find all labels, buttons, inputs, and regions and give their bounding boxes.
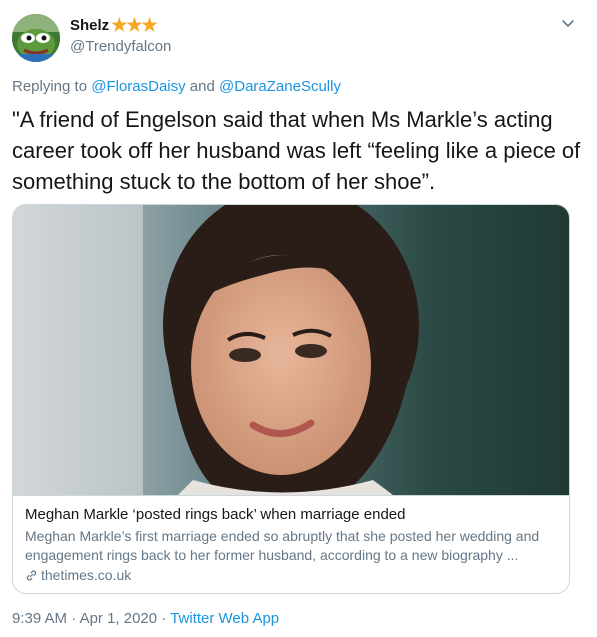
chevron-down-icon[interactable] — [561, 16, 575, 30]
user-handle[interactable]: @Trendyfalcon — [70, 38, 171, 55]
card-title: Meghan Markle ‘posted rings back’ when m… — [25, 506, 406, 523]
tweet-text: "A friend of Engelson said that when Ms … — [12, 107, 581, 194]
card-description: Meghan Markle’s first marriage ended so … — [25, 528, 540, 563]
avatar[interactable] — [12, 14, 60, 62]
tweet-time[interactable]: 9:39 AM — [12, 610, 67, 627]
display-name[interactable]: Shelz ★★★ — [70, 15, 158, 35]
tweet-source-app[interactable]: Twitter Web App — [170, 610, 279, 627]
meta-separator: · — [67, 610, 80, 627]
card-domain: thetimes.co.uk — [25, 566, 557, 585]
mention-link-2[interactable]: @DaraZaneScully — [219, 78, 341, 95]
card-domain-text: thetimes.co.uk — [41, 567, 132, 583]
replying-to-and: and — [185, 78, 220, 95]
pepe-frog-avatar-icon — [12, 14, 60, 62]
star-badge-icon: ★★★ — [111, 15, 157, 35]
meta-separator: · — [157, 610, 171, 627]
link-icon — [26, 570, 37, 581]
tweet-date[interactable]: Apr 1, 2020 — [80, 610, 158, 627]
display-name-text: Shelz — [70, 16, 110, 34]
replying-to: Replying to @FlorasDaisy and @DaraZaneSc… — [12, 78, 341, 95]
tweet-meta: 9:39 AM · Apr 1, 2020 · Twitter Web App — [12, 610, 279, 627]
article-photo-icon — [13, 205, 569, 495]
card-text: Meghan Markle ‘posted rings back’ when m… — [13, 495, 569, 593]
replying-to-label: Replying to — [12, 78, 92, 95]
mention-link-1[interactable]: @FlorasDaisy — [91, 78, 185, 95]
link-card[interactable]: Meghan Markle ‘posted rings back’ when m… — [12, 204, 570, 594]
tweet: Shelz ★★★ @Trendyfalcon Replying to @Flo… — [0, 0, 597, 637]
